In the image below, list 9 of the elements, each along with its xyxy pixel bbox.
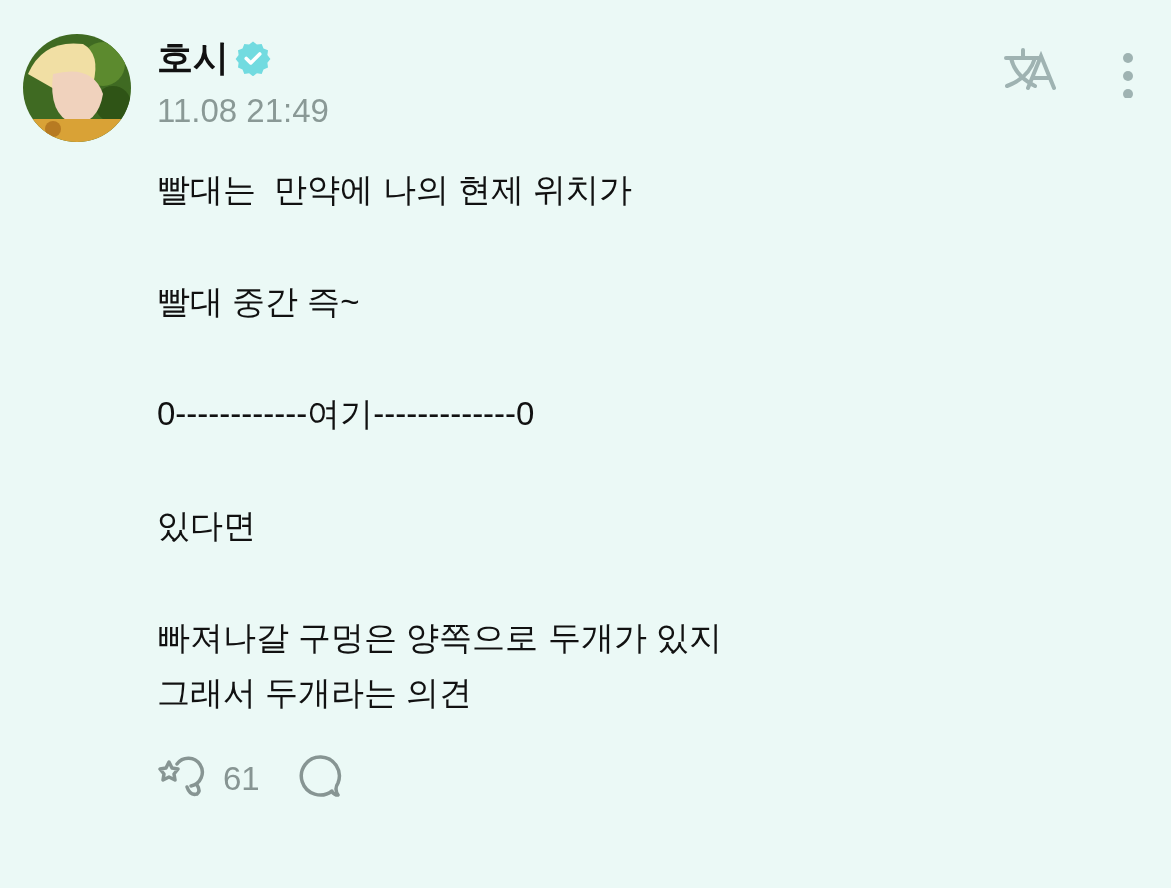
post-text: 빨대는 만약에 나의 현제 위치가 <box>157 169 633 210</box>
post-text: 0------------여기-------------0 <box>157 393 536 434</box>
post-time: 11.08 21:49 <box>157 91 330 131</box>
reaction-count: 61 <box>223 758 260 799</box>
post-text: 있다면 <box>157 505 257 546</box>
author-name[interactable]: 호시 <box>157 31 229 85</box>
post-text: 빨대 중간 즉~ <box>157 281 361 322</box>
post-text: 빠져나갈 구멍은 양쪽으로 두개가 있지 그래서 두개라는 의견 <box>157 617 723 713</box>
more-options-icon[interactable] <box>1121 52 1135 98</box>
